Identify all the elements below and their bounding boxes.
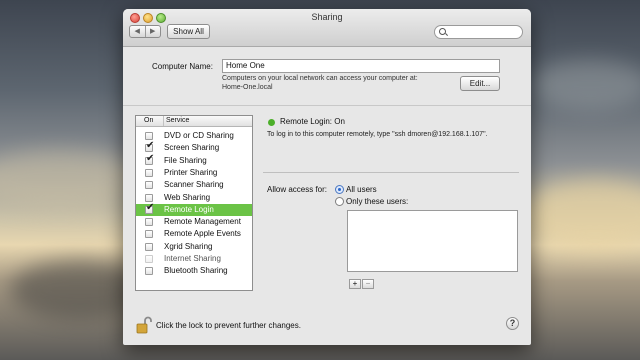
service-row[interactable]: Internet Sharing xyxy=(136,253,252,265)
help-button[interactable]: ? xyxy=(506,317,519,330)
checkmark-icon: ✔ xyxy=(146,152,155,164)
add-user-button[interactable]: + xyxy=(349,279,361,289)
service-label: Printer Sharing xyxy=(164,167,218,177)
service-label: DVD or CD Sharing xyxy=(164,131,234,140)
service-status: Remote Login: On xyxy=(280,117,345,126)
search-icon xyxy=(439,28,446,35)
computer-name-label: Computer Name: xyxy=(152,62,213,71)
service-checkbox[interactable] xyxy=(145,218,153,227)
checkmark-icon: ✔ xyxy=(146,201,155,213)
edit-button[interactable]: Edit... xyxy=(460,76,500,91)
service-list-header: On Service xyxy=(136,116,252,127)
service-label: Remote Management xyxy=(164,217,241,227)
service-row[interactable]: Remote Management xyxy=(136,216,252,228)
forward-arrow-icon[interactable]: ▶ xyxy=(146,26,161,37)
service-label: Remote Apple Events xyxy=(164,229,241,239)
sharing-window: Sharing ◀ ▶ Show All Computer Name: Home… xyxy=(123,9,531,345)
service-row[interactable]: ✔ Remote Login xyxy=(136,201,252,216)
service-checkbox[interactable] xyxy=(145,267,153,276)
service-row[interactable]: Bluetooth Sharing xyxy=(136,265,252,277)
unlocked-padlock-icon[interactable] xyxy=(135,316,153,334)
background-cloud xyxy=(520,180,640,250)
service-checkbox[interactable] xyxy=(145,242,153,251)
remove-user-button[interactable]: − xyxy=(362,279,374,289)
all-users-label[interactable]: All users xyxy=(346,185,377,194)
allow-access-label: Allow access for: xyxy=(267,185,328,194)
window-title: Sharing xyxy=(311,12,343,22)
service-row[interactable]: Scanner Sharing xyxy=(136,179,252,191)
service-instructions: To log in to this computer remotely, typ… xyxy=(267,131,488,138)
divider xyxy=(123,105,531,106)
service-label: Bluetooth Sharing xyxy=(164,266,228,276)
service-label: File Sharing xyxy=(164,155,207,165)
service-list[interactable]: On Service DVD or CD Sharing ✔ Screen Shar… xyxy=(135,115,253,291)
service-row[interactable]: Remote Apple Events xyxy=(136,228,252,240)
service-checkbox[interactable] xyxy=(145,168,153,177)
service-checkbox[interactable] xyxy=(145,230,153,239)
only-these-users-radio[interactable] xyxy=(335,197,344,206)
service-checkbox[interactable] xyxy=(145,181,153,190)
service-label: Scanner Sharing xyxy=(164,180,224,190)
service-row[interactable]: ✔ File Sharing xyxy=(136,152,252,167)
service-row[interactable]: Printer Sharing xyxy=(136,167,252,179)
service-label: Screen Sharing xyxy=(164,143,220,153)
all-users-radio[interactable] xyxy=(335,185,344,194)
status-indicator-icon xyxy=(268,119,275,126)
computer-name-field[interactable]: Home One xyxy=(222,59,500,73)
column-header-service[interactable]: Service xyxy=(163,116,189,126)
search-field[interactable] xyxy=(434,25,523,39)
service-label: Web Sharing xyxy=(164,192,211,202)
back-arrow-icon[interactable]: ◀ xyxy=(130,26,146,37)
users-list[interactable] xyxy=(347,210,518,272)
only-these-users-label[interactable]: Only these users: xyxy=(346,197,408,206)
service-row[interactable]: Xgrid Sharing xyxy=(136,241,252,253)
service-label: Internet Sharing xyxy=(164,254,221,263)
service-label: Remote Login xyxy=(164,204,214,214)
nav-segment: ◀ ▶ xyxy=(129,25,161,38)
background-cloud xyxy=(530,60,640,110)
service-label: Xgrid Sharing xyxy=(164,241,213,251)
show-all-button[interactable]: Show All xyxy=(167,24,210,39)
lock-message: Click the lock to prevent further change… xyxy=(156,321,301,330)
checkmark-icon: ✔ xyxy=(146,140,155,152)
service-checkbox[interactable] xyxy=(145,255,153,263)
column-header-on[interactable]: On xyxy=(144,116,153,126)
network-address-info: Computers on your local network can acce… xyxy=(222,75,418,82)
network-address-host: Home-One.local xyxy=(222,84,273,91)
service-checkbox[interactable] xyxy=(145,132,153,140)
title-bar: Sharing ◀ ▶ Show All xyxy=(123,9,531,47)
service-checkbox[interactable] xyxy=(145,193,153,202)
detail-divider xyxy=(263,172,519,173)
